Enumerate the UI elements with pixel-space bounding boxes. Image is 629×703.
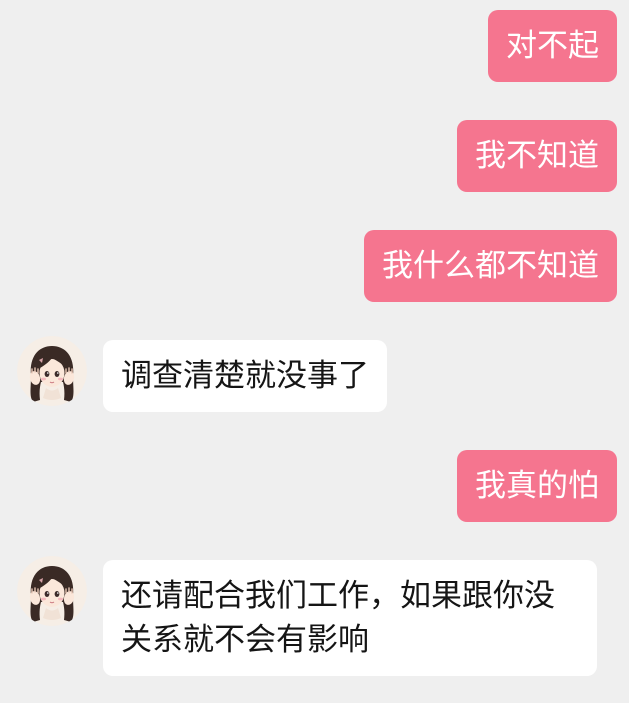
message-text: 我不知道 [475,138,599,174]
message-text: 对不起 [506,28,599,64]
message-text: 我什么都不知道 [382,248,599,284]
outgoing-message-bubble[interactable]: 我不知道 [457,120,617,192]
incoming-message-bubble[interactable]: 调查清楚就没事了 [103,340,387,412]
outgoing-message-bubble[interactable]: 对不起 [488,10,617,82]
outgoing-message-bubble[interactable]: 我什么都不知道 [364,230,617,302]
outgoing-message-bubble[interactable]: 我真的怕 [457,450,617,522]
girl-illustration-avatar-icon [17,336,87,406]
incoming-message-bubble[interactable]: 还请配合我们工作，如果跟你没关系就不会有影响 [103,560,597,676]
avatar[interactable] [17,336,87,406]
message-row: 还请配合我们工作，如果跟你没关系就不会有影响 [17,560,617,676]
chat-message-list[interactable]: 对不起 我不知道 我什么都不知道 调查清楚就没事了 我真的怕 还请配合我们工作，… [0,0,629,703]
avatar[interactable] [17,556,87,626]
girl-illustration-avatar-icon [17,556,87,626]
message-row: 对不起 [17,10,617,82]
message-text: 调查清楚就没事了 [121,358,369,394]
message-text: 我真的怕 [475,468,599,504]
message-row: 我不知道 [17,120,617,192]
message-row: 我什么都不知道 [17,230,617,302]
message-text: 还请配合我们工作，如果跟你没关系就不会有影响 [121,578,555,658]
message-row: 我真的怕 [17,450,617,522]
message-row: 调查清楚就没事了 [17,340,617,412]
